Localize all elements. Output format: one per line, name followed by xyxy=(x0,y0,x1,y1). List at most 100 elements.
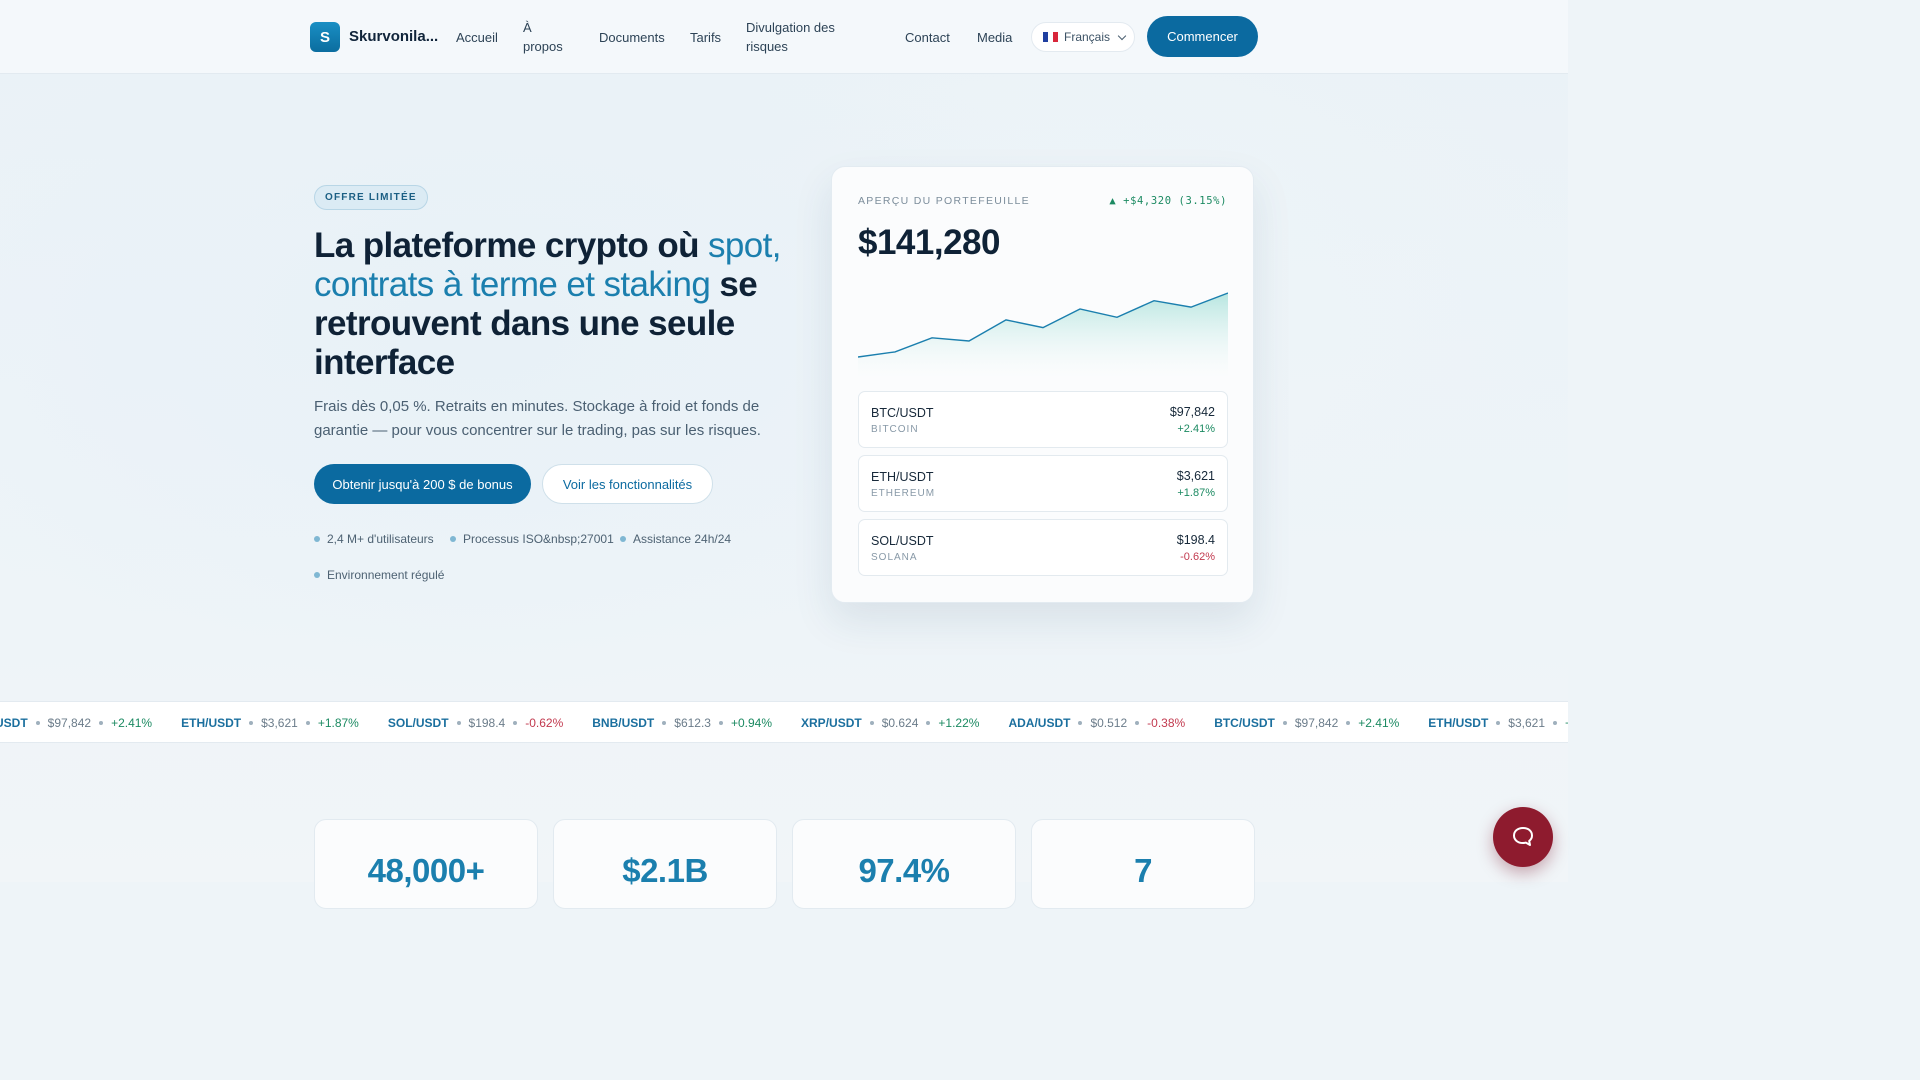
pair-name: SOLANA xyxy=(871,552,918,563)
ticker-price: $0.624 xyxy=(881,716,919,730)
pair-price: $97,842 xyxy=(1169,405,1215,419)
ticker-change: +2.41% xyxy=(1358,716,1400,730)
nav-link-accueil[interactable]: Accueil xyxy=(456,28,498,47)
ticker-symbol: ETH/USDT xyxy=(1428,716,1489,730)
nav-link-contact[interactable]: Contact xyxy=(905,28,950,47)
ticker-price: $0.512 xyxy=(1090,716,1128,730)
pair-symbol: BTC/USDT xyxy=(871,406,934,420)
stat-card: 97.4% xyxy=(792,819,1016,909)
ticker-item[interactable]: BTC/USDT $97,842 +2.41% xyxy=(0,716,152,730)
nav-link-tarifs[interactable]: Tarifs xyxy=(690,28,721,47)
chevron-down-icon xyxy=(1117,31,1127,40)
ticker-symbol: SOL/USDT xyxy=(387,716,449,730)
pair-change: +2.41% xyxy=(1177,423,1215,435)
ticker-item[interactable]: SOL/USDT $198.4 -0.62% xyxy=(388,716,563,730)
stat-card: 48,000+ xyxy=(314,819,538,909)
language-label: Français xyxy=(1064,30,1111,44)
ticker-price: $198.4 xyxy=(468,716,506,730)
pair-price: $198.4 xyxy=(1176,533,1215,547)
separator-dot xyxy=(99,721,104,725)
features-button[interactable]: Voir les fonctionnalités xyxy=(542,464,713,504)
stat-value: 7 xyxy=(1134,852,1152,889)
separator-dot xyxy=(249,721,254,725)
separator-dot xyxy=(1078,721,1083,725)
ticker-price: $3,621 xyxy=(1508,716,1545,730)
pair-symbol: ETH/USDT xyxy=(871,470,934,484)
pair-change: +1.87% xyxy=(1177,487,1215,499)
chat-bubble-icon xyxy=(1513,827,1533,846)
limited-offer-badge: OFFRE LIMITÉE xyxy=(314,185,428,210)
separator-dot xyxy=(662,721,667,725)
stat-value: 48,000+ xyxy=(367,852,485,889)
feature-label: 2,4 M+ d'utilisateurs xyxy=(327,532,434,546)
ticker-track: BTC/USDT $97,842 +2.41% ETH/USDT $3,621 +1.87… xyxy=(0,702,1568,742)
separator-dot xyxy=(1496,721,1501,725)
feature-label: Environnement régulé xyxy=(327,568,445,582)
ticker-change: -0.38% xyxy=(1147,716,1186,730)
ticker-symbol: BTC/USDT xyxy=(1214,716,1275,730)
ticker-price: $612.3 xyxy=(674,716,711,730)
ticker-change: -0.62% xyxy=(525,716,564,730)
separator-dot xyxy=(869,721,874,725)
nav-link-risques[interactable]: Divulgation des risques xyxy=(746,18,835,56)
ticker-symbol: BTC/USDT xyxy=(0,716,28,730)
separator-dot xyxy=(1346,721,1351,725)
pair-row-sol[interactable]: SOL/USDT SOLANA $198.4 -0.62% xyxy=(858,519,1228,576)
pair-row-btc[interactable]: BTC/USDT BITCOIN $97,842 +2.41% xyxy=(858,391,1228,448)
bullet-icon xyxy=(450,536,456,542)
feature-support: Assistance 24h/24 xyxy=(620,532,731,546)
portfolio-delta: ▲ +$4,320 (3.15%) xyxy=(1109,195,1227,207)
portfolio-total: $141,280 xyxy=(858,223,1000,262)
ticker-price: $97,842 xyxy=(1294,716,1339,730)
pair-change: -0.62% xyxy=(1180,551,1215,563)
feature-label: Assistance 24h/24 xyxy=(633,532,732,546)
nav-link-documents[interactable]: Documents xyxy=(599,28,665,47)
pair-price: $3,621 xyxy=(1176,469,1215,483)
stat-card: $2.1B xyxy=(553,819,777,909)
bullet-icon xyxy=(314,536,320,542)
portfolio-label: APERÇU DU PORTEFEUILLE xyxy=(858,195,1030,207)
separator-dot xyxy=(35,721,40,725)
stat-card: 7 xyxy=(1031,819,1255,909)
bullet-icon xyxy=(314,572,320,578)
language-selector[interactable]: Français xyxy=(1031,22,1135,52)
ticker-item[interactable]: XRP/USDT $0.624 +1.22% xyxy=(801,716,979,730)
top-navbar: S Skurvonila... Accueil À propos Documen… xyxy=(0,0,1568,74)
separator-dot xyxy=(1282,721,1287,725)
separator-dot xyxy=(1553,721,1557,725)
stat-value: $2.1B xyxy=(622,852,708,889)
separator-dot xyxy=(456,721,461,725)
ticker-item[interactable]: ETH/USDT $3,621 +1.87% xyxy=(1428,716,1568,730)
ticker-change: +1.87% xyxy=(317,716,359,730)
separator-dot xyxy=(513,721,518,725)
ticker-item[interactable]: BTC/USDT $97,842 +2.41% xyxy=(1214,716,1399,730)
nav-link-apropos[interactable]: À propos xyxy=(523,18,563,56)
bonus-button[interactable]: Obtenir jusqu'à 200 $ de bonus xyxy=(314,464,531,504)
separator-dot xyxy=(718,721,723,725)
logo-icon[interactable]: S xyxy=(310,22,340,52)
hero-title: La plateforme crypto où spot, contrats à… xyxy=(314,226,784,382)
ticker-item[interactable]: BNB/USDT $612.3 +0.94% xyxy=(592,716,772,730)
feature-users: 2,4 M+ d'utilisateurs xyxy=(314,532,434,546)
ticker-change: +2.41% xyxy=(111,716,153,730)
logo-letter: S xyxy=(319,28,330,46)
ticker-item[interactable]: ADA/USDT $0.512 -0.38% xyxy=(1008,716,1185,730)
pair-row-eth[interactable]: ETH/USDT ETHEREUM $3,621 +1.87% xyxy=(858,455,1228,512)
ticker-item[interactable]: ETH/USDT $3,621 +1.87% xyxy=(181,716,359,730)
separator-dot xyxy=(305,721,310,725)
pair-name: ETHEREUM xyxy=(871,488,936,499)
hero-title-part1: La plateforme crypto où xyxy=(314,226,708,265)
brand-name[interactable]: Skurvonila... xyxy=(349,28,438,45)
ticker-symbol: XRP/USDT xyxy=(801,716,862,730)
chat-button[interactable] xyxy=(1493,807,1553,867)
separator-dot xyxy=(926,721,931,725)
ticker-symbol: BNB/USDT xyxy=(592,716,655,730)
bullet-icon xyxy=(620,536,626,542)
portfolio-sparkline-chart xyxy=(858,292,1228,378)
ticker-price: $3,621 xyxy=(261,716,298,730)
nav-link-media[interactable]: Media xyxy=(977,28,1012,47)
hero-subtitle: Frais dès 0,05 %. Retraits en minutes. S… xyxy=(314,398,761,439)
france-flag-icon xyxy=(1043,32,1058,42)
price-ticker: BTC/USDT $97,842 +2.41% ETH/USDT $3,621 +1.87… xyxy=(0,701,1568,743)
start-button[interactable]: Commencer xyxy=(1147,16,1258,57)
